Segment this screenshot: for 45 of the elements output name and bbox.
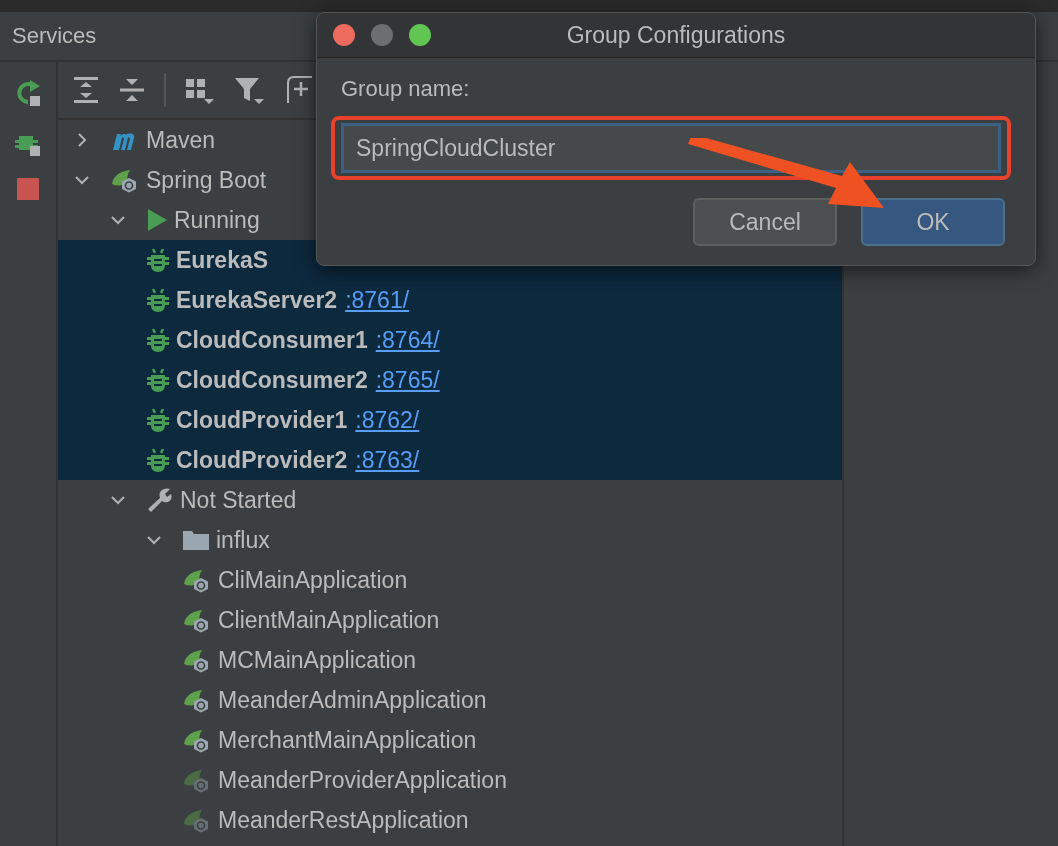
tree-item[interactable]: CliMainApplication: [218, 566, 408, 594]
zoom-button[interactable]: [409, 24, 431, 46]
dialog-title: Group Configurations: [566, 21, 786, 49]
tree-item[interactable]: EurekaS: [176, 246, 269, 274]
tree-item[interactable]: ClientMainApplication: [218, 606, 440, 634]
port-link[interactable]: :8765/: [375, 366, 440, 394]
tree-item[interactable]: CloudConsumer1: [176, 326, 368, 354]
tree-item[interactable]: MCMainApplication: [218, 646, 417, 674]
close-button[interactable]: [333, 24, 355, 46]
tree-item[interactable]: MeanderRestApplication: [218, 806, 469, 834]
field-label: Group name:: [341, 76, 471, 102]
tree-item[interactable]: CloudProvider2: [176, 446, 348, 474]
tree-item[interactable]: MeanderProviderApplication: [218, 766, 507, 794]
tree-item[interactable]: CloudProvider1: [176, 406, 348, 434]
tree-item[interactable]: Not Started: [180, 486, 297, 514]
tree-item[interactable]: CloudConsumer2: [176, 366, 368, 394]
folder-icon: [182, 529, 210, 551]
expand-all-icon[interactable]: [72, 75, 100, 105]
tree-item[interactable]: Running: [174, 206, 260, 234]
tree-item[interactable]: MerchantMainApplication: [218, 726, 477, 754]
filter-icon[interactable]: [234, 75, 266, 105]
bug-icon: [146, 447, 170, 473]
bug-icon: [146, 367, 170, 393]
rerun-icon[interactable]: [14, 78, 42, 108]
bug-icon: [146, 247, 170, 273]
minimize-button[interactable]: [371, 24, 393, 46]
bug-icon: [146, 327, 170, 353]
group-name-field[interactable]: SpringCloudCluster: [341, 123, 1001, 173]
add-service-icon[interactable]: [284, 75, 312, 105]
port-link[interactable]: :8762/: [355, 406, 420, 434]
port-link[interactable]: :8763/: [355, 446, 420, 474]
tree-item[interactable]: Spring Boot: [146, 166, 267, 194]
tree-item[interactable]: Maven: [146, 126, 216, 154]
tree-item[interactable]: EurekaServer2: [176, 286, 338, 314]
bug-icon: [146, 287, 170, 313]
wrench-icon: [146, 487, 174, 513]
bug-icon: [146, 407, 170, 433]
play-icon: [146, 208, 168, 232]
port-link[interactable]: :8761/: [345, 286, 410, 314]
ok-button[interactable]: OK: [861, 198, 1005, 246]
port-link[interactable]: :8764/: [375, 326, 440, 354]
cancel-button[interactable]: Cancel: [693, 198, 837, 246]
panel-title: Services: [12, 23, 97, 49]
tree-item[interactable]: influx: [216, 526, 270, 554]
tree-item[interactable]: MeanderAdminApplication: [218, 686, 487, 714]
